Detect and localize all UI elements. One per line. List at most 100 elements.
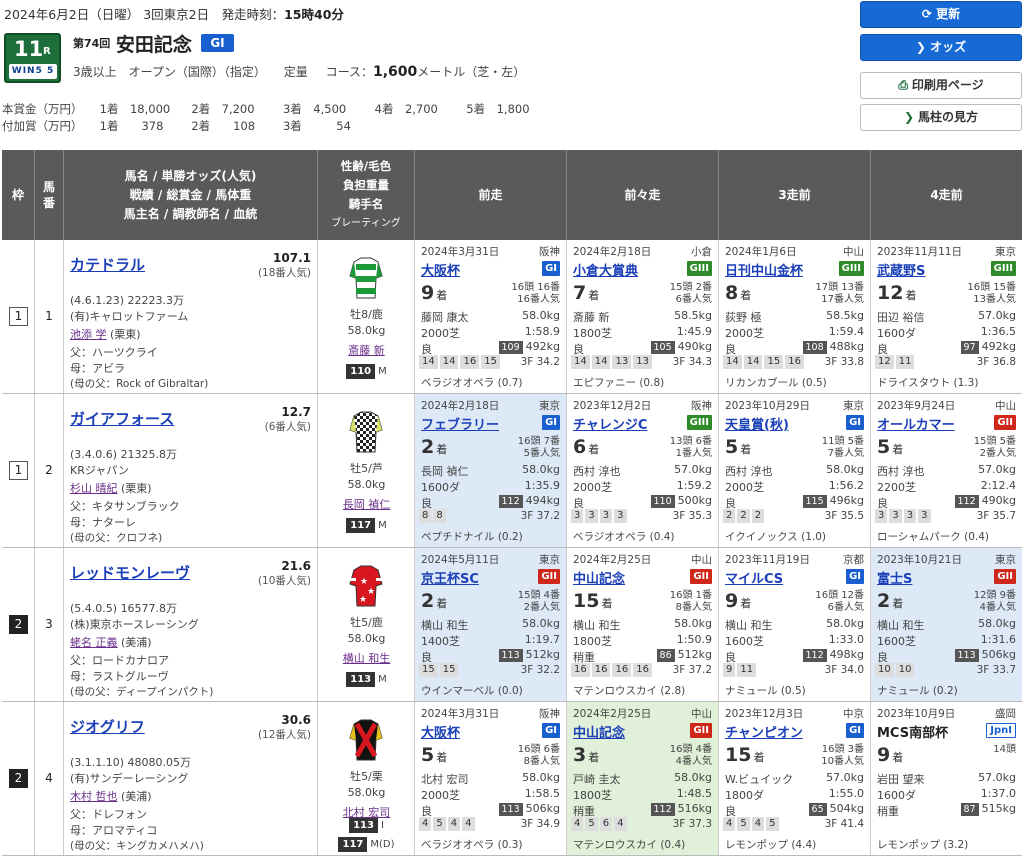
col-header-past1: 前走 [415,150,567,240]
last-3f: 3F 37.2 [672,664,712,676]
field-info: 16頭 6番 8番人気 [517,744,560,767]
past-race-link[interactable]: 武蔵野S [877,260,925,279]
last-3f: 3F 34.9 [520,818,560,830]
corner-position: 4 [723,817,736,831]
print-page-button[interactable]: ⎙ 印刷用ページ [860,72,1022,99]
col-header-past4: 4走前 [871,150,1022,240]
rating-class: M [378,520,387,531]
prize-money-row: 本賞金（万円） 1着 18,000 2着 7,200 3着 4,500 4着 2… [2,102,530,116]
trainer-link[interactable]: 木村 哲也 [70,790,118,803]
past-jockey: 戸崎 圭太 [573,773,621,786]
waku-number: 2 [9,615,28,634]
last-3f: 3F 37.2 [520,510,560,522]
horse-name-link[interactable]: レッドモンレーヴ [70,562,190,583]
trainer-link[interactable]: 池添 学 [70,328,107,341]
past-race-link[interactable]: フェブラリー [421,414,499,433]
body-weight: 506kg [981,648,1016,661]
past-race-grade: GI [542,261,560,276]
horse-name-link[interactable]: ジオグリフ [70,716,145,737]
speed-index: 65 [808,803,827,816]
rating-class: M(D) [370,839,395,850]
owner-name: (有)キャロットファーム [70,310,189,323]
past-weight: 58.0kg [522,617,560,630]
body-weight: 490kg [981,494,1016,507]
last-3f: 3F 34.3 [672,356,712,368]
past-race-cell: 2024年1月6日 中山 日刊中山金杯 GIII 8着 17頭 13番 17番人気… [719,240,871,393]
past-race-link[interactable]: 中山記念 [573,568,625,587]
past-race-link[interactable]: 大阪杯 [421,722,460,741]
last-3f: 3F 35.5 [824,510,864,522]
last-3f: 3F 33.7 [976,664,1016,676]
past-race-link[interactable]: 日刊中山金杯 [725,260,803,279]
past-race-venue: 盛岡 [995,708,1016,720]
dam-sire: (母の父：ディープインパクト) [70,686,214,698]
last-3f: 3F 33.8 [824,356,864,368]
corner-positions: 14 14 15 16 [723,355,806,369]
jockey-link[interactable]: 長岡 禎仁 [343,498,391,511]
past-race-link[interactable]: 京王杯SC [421,568,479,587]
past-race-link[interactable]: マイルCS [725,568,783,587]
chevron-right-icon: ❯ [903,110,915,124]
chevron-right-icon: ❯ [915,40,931,54]
past-race-link[interactable]: 富士S [877,568,912,587]
horse-info-cell: ジオグリフ 30.6 (12番人気) (3.1.1.10) 48080.05万 … [64,702,318,855]
race-winner: ベラジオオペラ (0.7) [421,377,523,389]
past-race-link[interactable]: 中山記念 [573,722,625,741]
finish-position: 7着 [573,282,600,304]
win-odds: 21.6 [281,559,311,573]
svg-text:★: ★ [367,587,375,597]
refresh-button[interactable]: ⟳ 更新 [860,1,1022,28]
horse-name-link[interactable]: カテドラル [70,254,145,275]
sire: 父：キタサンブラック [70,500,180,513]
past-race-link[interactable]: チャンピオン [725,722,803,741]
speed-index: 108 [802,341,827,354]
dam: 母：アロマティコ [70,824,158,837]
past-race-link[interactable]: 小倉大賞典 [573,260,638,279]
past-jockey: 横山 和生 [877,619,925,632]
race-winner: エピファニー (0.8) [573,377,665,389]
corner-positions: 222 [723,509,766,523]
body-weight: 504kg [829,802,864,815]
past-race-cell: 2023年11月11日 東京 武蔵野S GIII 12 着 16頭 15番 13番人… [871,240,1022,393]
dam-sire: (母の父：Rock of Gibraltar) [70,378,209,390]
body-weight: 515kg [981,802,1016,815]
odds-button[interactable]: ❯ オッズ [860,34,1022,61]
past-course: 1600ダ [877,789,916,802]
howto-button[interactable]: ❯ 馬柱の見方 [860,104,1022,131]
finish-position: 2着 [421,590,448,612]
past-race-link[interactable]: 大阪杯 [421,260,460,279]
trainer-link[interactable]: 蛯名 正義 [70,636,118,649]
jockey-link[interactable]: 斎藤 新 [348,344,385,357]
past-race-link[interactable]: チャレンジC [573,414,647,433]
field-info: 16頭 15番 13番人気 [967,282,1016,305]
trainer-link[interactable]: 杉山 晴紀 [70,482,118,495]
race-winner: レモンポップ (3.2) [877,839,969,851]
past-time: 1:36.5 [980,325,1016,338]
race-winner: ベラジオオペラ (0.4) [573,531,675,543]
past-course: 1800芝 [573,789,612,802]
horse-name-link[interactable]: ガイアフォース [70,408,174,429]
last-3f: 3F 32.2 [520,664,560,676]
past-race-grade: GII [690,723,712,738]
corner-position: 4 [751,817,765,831]
owner-name: (有)サンデーレーシング [70,772,189,785]
last-3f: 3F 34.2 [520,356,560,368]
col-header-uma: 馬番 [35,150,64,240]
past-race-cell: 2023年12月3日 中京 チャンピオン GI 15 着 16頭 3番 10番人気 … [719,702,871,855]
race-record: (3.4.0.6) 21325.8万 [70,448,178,461]
past-race-link[interactable]: 天皇賞(秋) [725,414,789,433]
past-race-venue: 東京 [995,554,1016,566]
win-odds: 12.7 [281,405,311,419]
speed-index: 115 [802,495,827,508]
past-jockey: W.ビュイック [725,773,794,786]
corner-positions: 9 11 [723,663,758,677]
carried-weight: 58.0kg [347,632,386,645]
corner-position: 4 [462,817,475,831]
past-race-grade: GI [846,415,864,430]
past-race-link[interactable]: オールカマー [877,414,955,433]
speed-index: 87 [960,803,979,816]
past-jockey: 西村 淳也 [725,465,773,478]
jockey-link[interactable]: 横山 和生 [343,652,391,665]
speed-index: 112 [954,495,979,508]
field-info: 16頭 7番 5番人気 [517,436,560,459]
